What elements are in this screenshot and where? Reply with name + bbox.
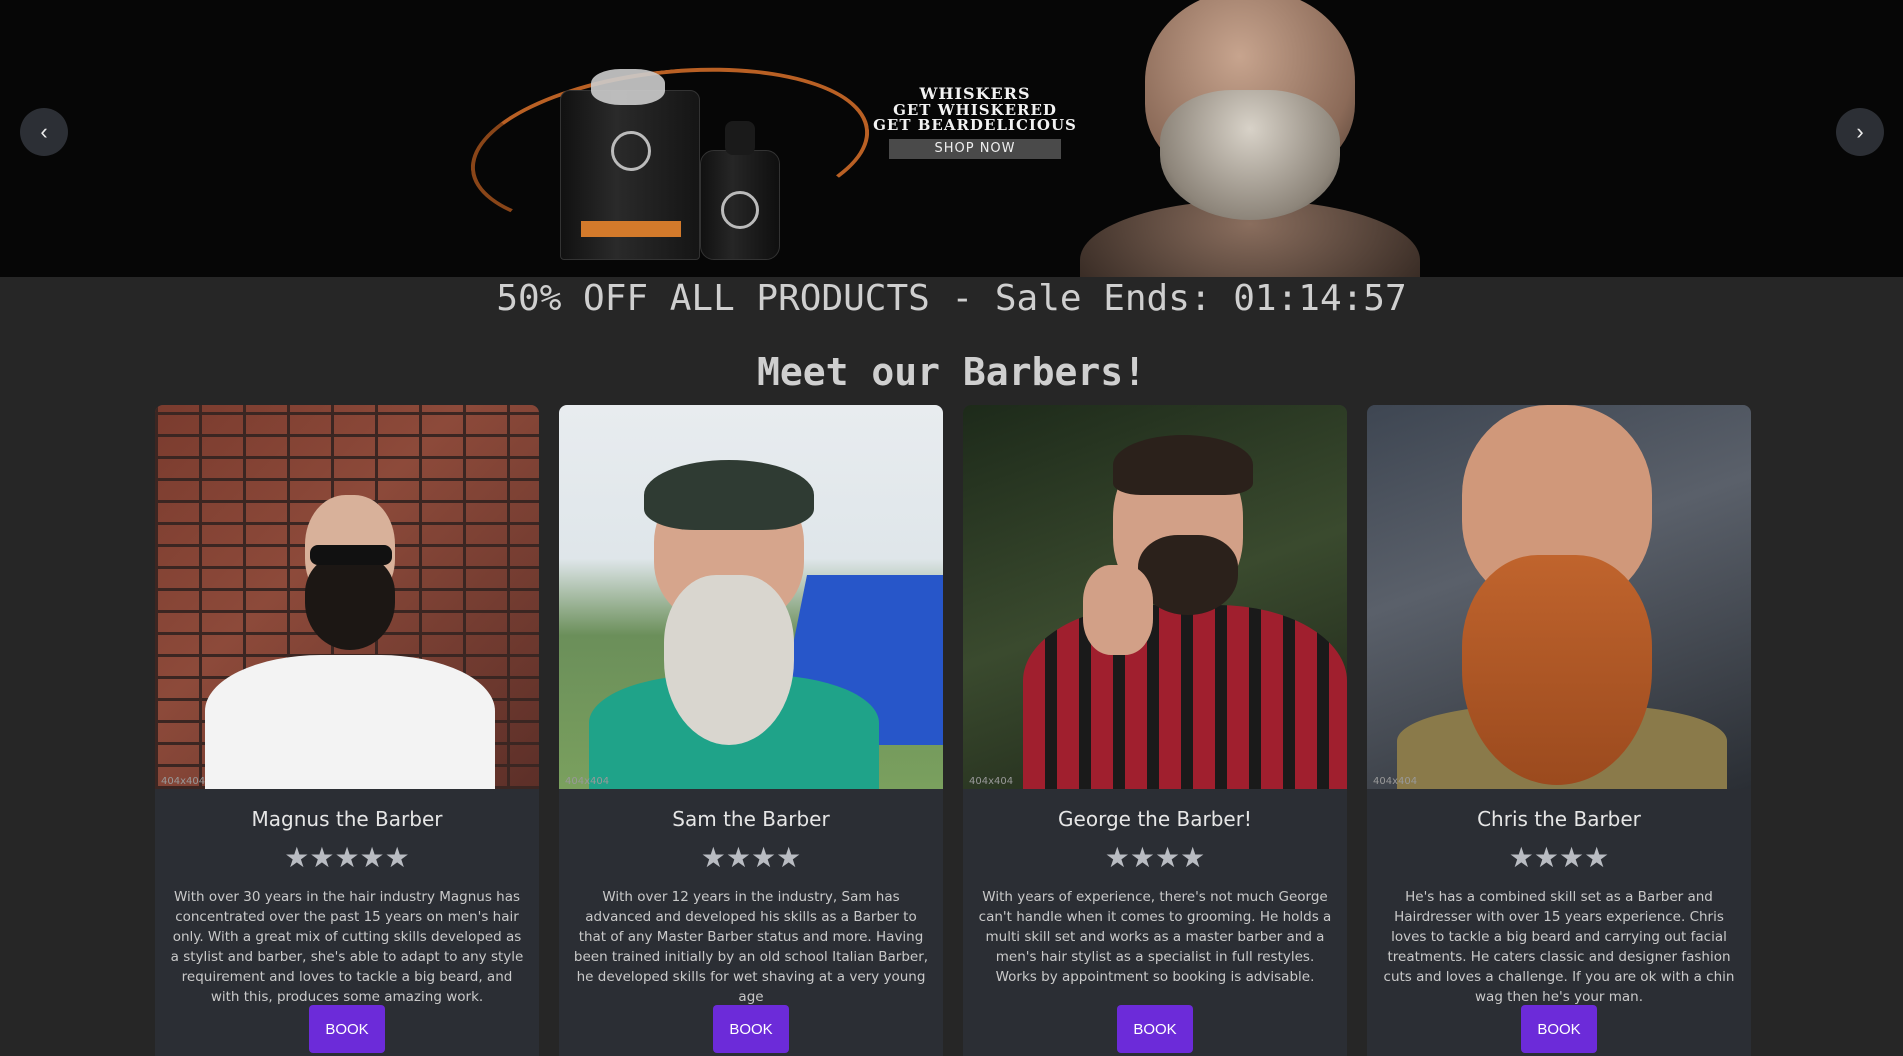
shop-now-button[interactable]: SHOP NOW [889,139,1061,159]
barber-card: 404x404 Chris the Barber ★★★★ He's has a… [1367,405,1751,1056]
barber-card: 404x404 George the Barber! ★★★★ With yea… [963,405,1347,1056]
sale-countdown: 50% OFF ALL PRODUCTS - Sale Ends: 01:14:… [496,278,1407,319]
barber-photo: 404x404 [963,405,1347,789]
barber-card: 404x404 Sam the Barber ★★★★ With over 12… [559,405,943,1056]
barber-card: 404x404 Magnus the Barber ★★★★★ With ove… [155,405,539,1056]
barber-cards: 404x404 Magnus the Barber ★★★★★ With ove… [155,405,1752,1056]
book-button[interactable]: BOOK [1521,1005,1597,1053]
banner-bearded-man-image [1080,0,1420,277]
banner-promo-text: WHISKERS GET WHISKERED GET BEARDELICIOUS… [850,84,1100,159]
section-heading: Meet our Barbers! [757,350,1146,394]
star-rating: ★★★★ [1104,841,1206,874]
barber-description: With over 12 years in the industry, Sam … [573,889,929,1005]
promo-banner: WHISKERS GET WHISKERED GET BEARDELICIOUS… [0,0,1903,277]
star-rating: ★★★★ [700,841,802,874]
book-button[interactable]: BOOK [309,1005,385,1053]
barber-photo: 404x404 [1367,405,1751,789]
barber-name: Sam the Barber [672,807,830,831]
image-dimensions: 404x404 [565,776,610,787]
carousel-next-button[interactable]: › [1836,108,1884,156]
book-button[interactable]: BOOK [713,1005,789,1053]
book-button[interactable]: BOOK [1117,1005,1193,1053]
image-dimensions: 404x404 [1373,776,1418,787]
carousel-prev-button[interactable]: ‹ [20,108,68,156]
barber-description: He's has a combined skill set as a Barbe… [1383,889,1735,1005]
barber-photo: 404x404 [559,405,943,789]
image-dimensions: 404x404 [969,776,1014,787]
barber-name: Chris the Barber [1477,807,1641,831]
barber-name: Magnus the Barber [251,807,443,831]
whiskers-oil-bottle-image [700,121,780,260]
barber-description: With years of experience, there's not mu… [978,889,1332,985]
barber-photo: 404x404 [155,405,539,789]
image-dimensions: 404x404 [161,776,206,787]
barber-name: George the Barber! [1058,807,1252,831]
star-rating: ★★★★ [1508,841,1610,874]
barber-description: With over 30 years in the hair industry … [170,889,524,1005]
banner-tagline-2: GET BEARDELICIOUS [873,116,1077,134]
star-rating: ★★★★★ [284,841,410,874]
whiskers-product-bottle-image [560,69,700,260]
